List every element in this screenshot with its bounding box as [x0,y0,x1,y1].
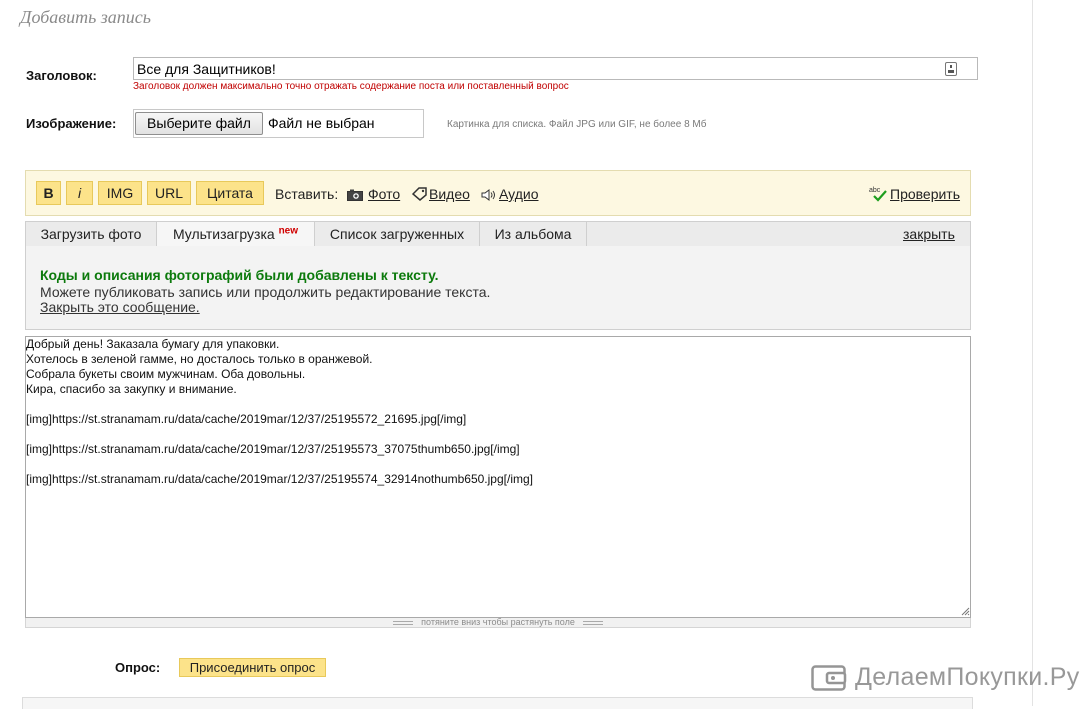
resize-grip-icon[interactable] [961,607,970,616]
tab-label: Список загруженных [329,226,465,242]
camera-icon [347,189,363,201]
choose-file-button[interactable]: Выберите файл [135,112,263,135]
quote-button[interactable]: Цитата [196,181,264,205]
tab-label: Загрузить фото [40,226,142,242]
page-right-border [1032,0,1033,706]
title-label: Заголовок: [26,68,97,83]
editor-line: [img]https://st.stranamam.ru/data/cache/… [26,442,520,456]
title-hint: Заголовок должен максимально точно отраж… [133,81,569,92]
keyboard-icon[interactable] [945,62,957,76]
grip-lines-icon [393,620,414,625]
editor-line: Хотелось в зеленой гамме, но досталось т… [26,352,373,366]
italic-button[interactable]: i [66,181,93,205]
url-button[interactable]: URL [147,181,191,205]
grip-lines-icon [582,620,603,625]
insert-video-link[interactable]: Видео [429,186,470,202]
next-section-box [22,697,973,709]
new-badge: new [278,225,299,237]
editor-line: Собрала букеты своим мужчинам. Оба довол… [26,367,306,381]
file-status: Файл не выбран [268,115,375,131]
poll-label: Опрос: [115,660,161,675]
page-title: Добавить запись [20,7,151,27]
insert-photo-link[interactable]: Фото [368,186,400,202]
tab-uploaded-list[interactable]: Список загруженных [315,222,480,247]
editor-line: Кира, спасибо за закупку и внимание. [26,382,237,396]
spellcheck-icon: abc [869,187,887,202]
tab-from-album[interactable]: Из альбома [480,222,587,247]
insert-label: Вставить: [275,186,339,202]
wallet-icon [811,665,847,691]
tab-label: Мультизагрузка [172,226,275,242]
attach-poll-button[interactable]: Присоединить опрос [179,658,326,677]
img-button[interactable]: IMG [98,181,142,205]
stretch-hint: потяните вниз чтобы растянуть поле [421,617,575,627]
stretch-handle[interactable]: потяните вниз чтобы растянуть поле [25,618,971,628]
tab-label: Из альбома [494,226,572,242]
image-hint: Картинка для списка. Файл JPG или GIF, н… [447,119,707,130]
success-message: Коды и описания фотографий были добавлен… [40,267,439,283]
insert-audio-link[interactable]: Аудио [499,186,539,202]
tab-upload-photo[interactable]: Загрузить фото [26,222,157,247]
bold-button[interactable]: B [36,181,61,205]
info-message: Можете публиковать запись или продолжить… [40,284,491,300]
watermark: ДелаемПокупки.Ру [811,661,1080,693]
tab-multiupload[interactable]: Мультизагрузка new [157,222,315,248]
close-message-link[interactable]: Закрыть это сообщение. [40,299,200,315]
close-tabs-link[interactable]: закрыть [903,226,955,242]
svg-text:abc: abc [869,187,881,194]
watermark-text: ДелаемПокупки.Ру [855,662,1080,691]
editor-line: Добрый день! Заказала бумагу для упаковк… [26,337,280,351]
spellcheck-link[interactable]: Проверить [890,186,960,202]
editor-line: [img]https://st.stranamam.ru/data/cache/… [26,472,533,486]
title-input[interactable] [133,57,978,80]
speaker-icon [481,189,495,201]
image-label: Изображение: [26,116,117,131]
editor-line: [img]https://st.stranamam.ru/data/cache/… [26,412,467,426]
video-tag-icon [412,187,427,201]
